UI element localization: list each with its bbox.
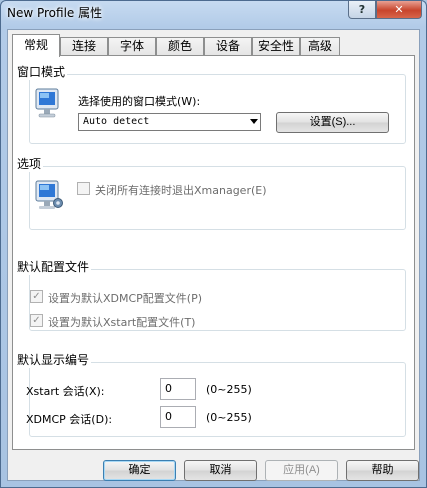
default-xstart-label: 设置为默认Xstart配置文件(T) — [48, 316, 196, 329]
tab-connection[interactable]: 连接 — [60, 37, 108, 56]
monitor-icon — [35, 88, 59, 118]
display-number-group: 默认显示编号 Xstart 会话(X): 0 (0~255) XDMCP 会话(… — [15, 351, 406, 437]
window-mode-group: 窗口模式 选择使用的窗口模式(W): Auto detect 设置(S)... — [15, 63, 406, 144]
default-xdmcp-label: 设置为默认XDMCP配置文件(P) — [48, 292, 203, 305]
window-mode-settings-button[interactable]: 设置(S)... — [276, 112, 389, 133]
monitor-network-icon — [35, 180, 63, 209]
default-profile-group: 默认配置文件 ✓ 设置为默认XDMCP配置文件(P) ✓ 设置为默认Xstart… — [15, 258, 406, 331]
ok-button[interactable]: 确定 — [103, 460, 176, 481]
default-xstart-checkbox[interactable]: ✓ — [30, 314, 43, 327]
dialog-window: New Profile 属性 ? ✕ 常规 连接 字体 颜色 设备 安全性 高级… — [0, 0, 427, 488]
tab-general[interactable]: 常规 — [12, 34, 60, 57]
help-title-button[interactable]: ? — [348, 1, 376, 19]
chevron-down-icon — [250, 119, 258, 124]
xstart-session-input[interactable]: 0 — [160, 378, 196, 400]
tab-device[interactable]: 设备 — [204, 37, 252, 56]
xstart-session-range: (0~255) — [206, 383, 252, 396]
options-group: 选项 关闭所有连接时退出Xmanager(E) — [15, 155, 406, 230]
tab-font[interactable]: 字体 — [108, 37, 156, 56]
xstart-session-label: Xstart 会话(X): — [26, 385, 105, 398]
exit-on-close-label: 关闭所有连接时退出Xmanager(E) — [95, 184, 267, 197]
default-profile-group-title: 默认配置文件 — [15, 258, 92, 275]
tab-color[interactable]: 颜色 — [156, 37, 204, 56]
tab-security[interactable]: 安全性 — [252, 37, 300, 56]
help-button[interactable]: 帮助 — [346, 460, 419, 481]
window-title: New Profile 属性 — [7, 6, 103, 20]
apply-button[interactable]: 应用(A) — [265, 460, 338, 481]
title-bar[interactable]: New Profile 属性 ? ✕ — [1, 1, 426, 29]
xdmcp-session-label: XDMCP 会话(D): — [26, 413, 113, 426]
cancel-button[interactable]: 取消 — [184, 460, 257, 481]
default-xdmcp-checkbox[interactable]: ✓ — [30, 290, 43, 303]
xdmcp-session-input[interactable]: 0 — [160, 406, 196, 428]
xdmcp-session-range: (0~255) — [206, 411, 252, 424]
options-group-title: 选项 — [15, 155, 44, 172]
tab-panel-general: 窗口模式 选择使用的窗口模式(W): Auto detect 设置(S)... … — [12, 55, 415, 450]
window-mode-group-title: 窗口模式 — [15, 63, 68, 80]
tab-advanced[interactable]: 高级 — [300, 37, 340, 56]
exit-on-close-checkbox[interactable] — [77, 182, 90, 195]
window-mode-prompt: 选择使用的窗口模式(W): — [78, 95, 201, 108]
display-number-group-title: 默认显示编号 — [15, 351, 92, 368]
close-button[interactable]: ✕ — [376, 1, 422, 19]
window-mode-selected: Auto detect — [83, 116, 150, 127]
window-mode-select[interactable]: Auto detect — [78, 113, 261, 131]
dialog-client: 常规 连接 字体 颜色 设备 安全性 高级 窗口模式 选择使用的窗口模式(W): — [7, 29, 420, 481]
close-icon: ✕ — [394, 3, 404, 16]
